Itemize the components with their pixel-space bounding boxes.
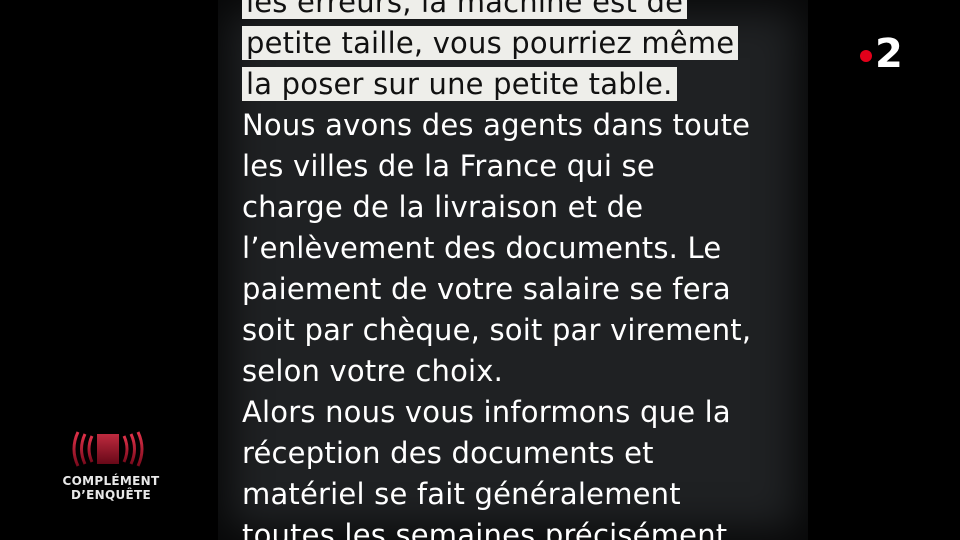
highlighted-text: petite taille, vous pourriez même <box>242 26 739 60</box>
message-line: charge de la livraison et de <box>242 190 644 224</box>
message-line: la poser sur une petite table. <box>242 64 802 105</box>
message-line: soit par chèque, soit par virement, <box>242 313 752 347</box>
message-line: réception des documents et <box>242 436 654 470</box>
message-line: l’enlèvement des documents. Le <box>242 231 722 265</box>
message-line: Alors nous vous informons que la <box>242 395 731 429</box>
phone-screen: les erreurs, la machine est de petite ta… <box>218 0 808 540</box>
complement-enquete-logo: COMPLÉMENT D’ENQUÊTE <box>52 428 170 508</box>
show-title-line1: COMPLÉMENT <box>62 474 160 488</box>
message-line: toutes les semaines précisément <box>242 518 728 540</box>
message-line: Nous avons des agents dans toute <box>242 108 751 142</box>
show-title-line2: D’ENQUÊTE <box>71 488 151 502</box>
message-line: petite taille, vous pourriez même <box>242 23 802 64</box>
sms-message-body: les erreurs, la machine est de petite ta… <box>242 0 802 540</box>
channel-number: 2 <box>875 31 903 77</box>
sound-wave-icon <box>72 431 144 467</box>
message-line: les villes de la France qui se <box>242 149 655 183</box>
message-line: paiement de votre salaire se fera <box>242 272 731 306</box>
message-line: matériel se fait généralement <box>242 477 681 511</box>
highlighted-text: les erreurs, la machine est de <box>242 0 688 19</box>
highlighted-text: la poser sur une petite table. <box>242 67 677 101</box>
red-dot-icon <box>860 50 872 62</box>
message-line: les erreurs, la machine est de <box>242 0 802 23</box>
message-line: selon votre choix. <box>242 354 504 388</box>
france2-logo: 2 <box>860 32 903 76</box>
